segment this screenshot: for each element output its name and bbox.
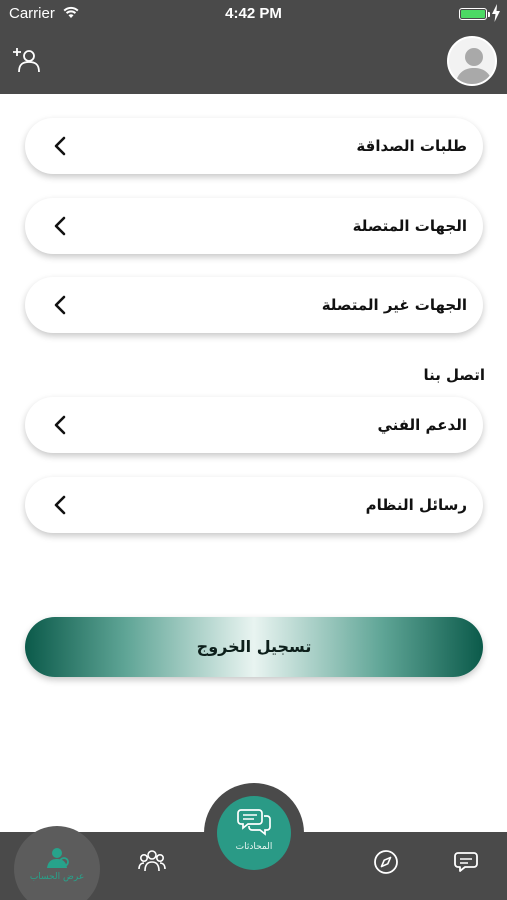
contact-us-heading: اتصل بنا (423, 366, 485, 384)
menu-item-label: رسائل النظام (365, 496, 467, 514)
chat-icon (454, 852, 478, 872)
groups-icon (138, 850, 166, 872)
status-bar: Carrier 4:42 PM (0, 0, 507, 28)
logout-label: تسجيل الخروج (196, 637, 312, 656)
chevron-left-icon (54, 295, 66, 315)
tab-messages[interactable] (444, 840, 488, 884)
chat-bubbles-icon (237, 809, 271, 836)
add-friend-icon[interactable] (12, 45, 42, 75)
offline-contacts-item[interactable]: الجهات غير المتصلة (25, 277, 483, 333)
top-bar: Carrier 4:42 PM (0, 0, 507, 94)
friend-requests-item[interactable]: طلبات الصداقة (25, 118, 483, 174)
chevron-left-icon (54, 216, 66, 236)
menu-item-label: الجهات المتصلة (352, 217, 467, 235)
chevron-left-icon (54, 495, 66, 515)
tab-explore[interactable] (364, 840, 408, 884)
menu-item-label: طلبات الصداقة (356, 137, 467, 155)
chevron-left-icon (54, 136, 66, 156)
tab-profile-label: عرض الحساب (29, 872, 85, 882)
tab-groups[interactable] (130, 840, 174, 884)
technical-support-item[interactable]: الدعم الفني (25, 397, 483, 453)
clock: 4:42 PM (225, 5, 282, 22)
avatar[interactable] (447, 36, 497, 86)
chevron-left-icon (54, 415, 66, 435)
profile-icon (47, 848, 69, 868)
online-contacts-item[interactable]: الجهات المتصلة (25, 198, 483, 254)
compass-icon (374, 850, 398, 874)
tab-profile[interactable]: عرض الحساب (14, 832, 100, 900)
menu-item-label: الدعم الفني (377, 416, 467, 434)
avatar-icon (455, 48, 493, 84)
charging-icon (492, 4, 500, 22)
menu-item-label: الجهات غير المتصلة (321, 296, 467, 314)
chats-center-button[interactable]: المحادثات (217, 796, 291, 870)
chats-label: المحادثات (235, 842, 273, 852)
battery-icon (459, 8, 490, 20)
system-messages-item[interactable]: رسائل النظام (25, 477, 483, 533)
logout-button[interactable]: تسجيل الخروج (25, 617, 483, 677)
